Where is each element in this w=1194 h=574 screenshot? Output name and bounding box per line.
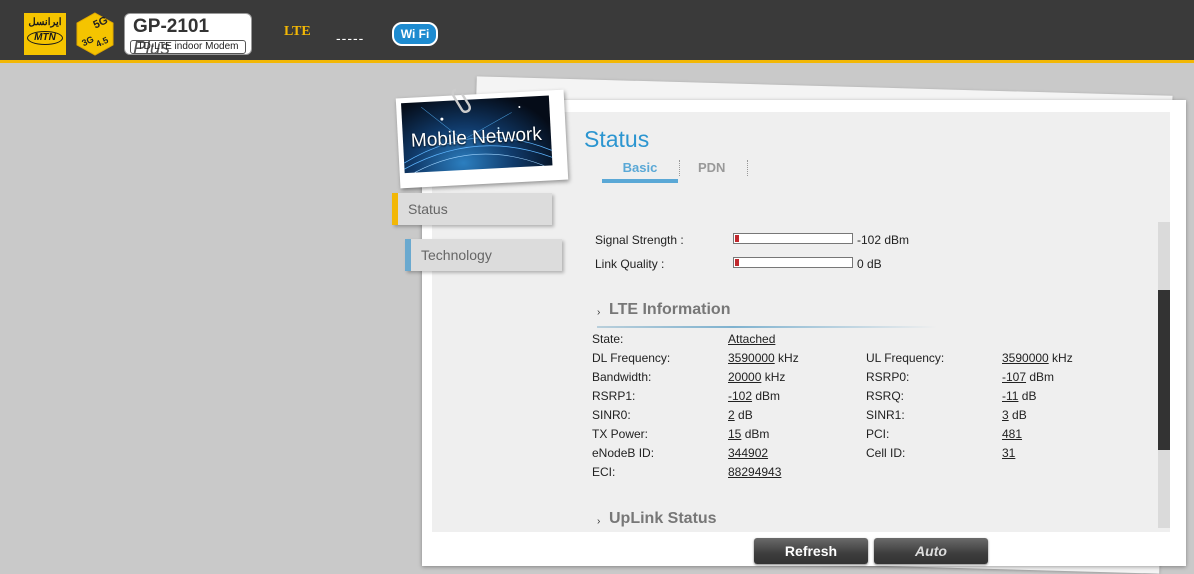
link-quality-meter <box>733 257 853 268</box>
state-value-text: Attached <box>728 332 776 346</box>
sinr1-unit: dB <box>1008 408 1027 422</box>
wifi-icon[interactable]: Wi Fi <box>392 22 438 46</box>
network-type-indicator: LTE <box>284 24 311 39</box>
sinr1-label: SINR1: <box>866 408 905 422</box>
rsrp1-label: RSRP1: <box>592 389 636 403</box>
state-label: State: <box>592 332 624 346</box>
bandwidth-number: 20000 <box>728 370 762 384</box>
eci-value: 88294943 <box>728 465 781 479</box>
dl-frequency-label: DL Frequency: <box>592 351 671 365</box>
rsrp0-value: -107 dBm <box>1002 370 1054 384</box>
eci-label: ECI: <box>592 465 616 479</box>
network-signal-indicator: ----- <box>336 30 365 46</box>
sinr0-label: SINR0: <box>592 408 631 422</box>
auto-button[interactable]: Auto <box>874 538 988 564</box>
sinr0-number: 2 <box>728 408 735 422</box>
tab-separator <box>679 160 680 176</box>
tab-pdn[interactable]: PDN <box>698 160 725 175</box>
state-value: Attached <box>728 332 775 346</box>
rsrp1-number: -102 <box>728 389 753 403</box>
rsrp0-label: RSRP0: <box>866 370 910 384</box>
dl-frequency-unit: kHz <box>774 351 799 365</box>
cell-id-number: 31 <box>1002 446 1016 460</box>
eci-number: 88294943 <box>728 465 782 479</box>
uplink-status-heading[interactable]: UpLink Status <box>609 510 717 528</box>
rsrq-unit: dB <box>1018 389 1037 403</box>
rsrp1-value: -102 dBm <box>728 389 780 403</box>
model-badge: GP-2101 Plus TD-LTE indoor Modem <box>124 13 252 59</box>
cell-id-value: 31 <box>1002 446 1015 460</box>
sinr1-value: 3 dB <box>1002 408 1027 422</box>
lte-information-heading[interactable]: LTE Information <box>609 301 730 319</box>
dl-frequency-number: 3590000 <box>728 351 775 365</box>
tab-separator <box>747 160 748 176</box>
rsrq-number: -11 <box>1002 389 1019 403</box>
top-header: ایرانسل MTN 5G 3G 4.5 GP-2101 Plus TD-LT… <box>0 0 1194 63</box>
sinr1-number: 3 <box>1002 408 1009 422</box>
brand-en-text: MTN <box>27 31 63 45</box>
rsrq-label: RSRQ: <box>866 389 905 403</box>
link-quality-label: Link Quality : <box>595 257 665 271</box>
ul-frequency-value: 3590000 kHz <box>1002 351 1073 365</box>
enodeb-id-number: 344902 <box>728 446 769 460</box>
bandwidth-value: 20000 kHz <box>728 370 785 384</box>
enodeb-id-label: eNodeB ID: <box>592 446 655 460</box>
cell-id-label: Cell ID: <box>866 446 906 460</box>
section-expand-arrow-icon[interactable]: › <box>597 516 600 527</box>
model-subtitle: TD-LTE indoor Modem <box>130 40 246 54</box>
signal-strength-value: -102 dBm <box>857 233 910 247</box>
ul-frequency-number: 3590000 <box>1002 351 1049 365</box>
ul-frequency-unit: kHz <box>1048 351 1073 365</box>
tab-basic-active-indicator <box>602 179 678 183</box>
sidebar-item-status[interactable]: Status <box>392 193 552 225</box>
rsrp0-number: -107 <box>1002 370 1027 384</box>
pci-label: PCI: <box>866 427 890 441</box>
signal-strength-meter-fill <box>735 235 739 242</box>
tx-power-value: 15 dBm <box>728 427 769 441</box>
section-divider <box>597 326 937 328</box>
enodeb-id-value: 344902 <box>728 446 768 460</box>
tab-basic[interactable]: Basic <box>602 160 678 175</box>
model-name-text: GP-2101 <box>133 16 210 37</box>
ul-frequency-label: UL Frequency: <box>866 351 945 365</box>
dl-frequency-value: 3590000 kHz <box>728 351 799 365</box>
mobile-network-card: Mobile Network <box>395 89 569 189</box>
tx-power-number: 15 <box>728 427 742 441</box>
brand-fa-text: ایرانسل <box>28 17 62 28</box>
refresh-button[interactable]: Refresh <box>754 538 868 564</box>
page-title: Status <box>584 126 650 152</box>
tx-power-label: TX Power: <box>592 427 649 441</box>
signal-strength-label: Signal Strength : <box>595 233 684 247</box>
pci-number: 481 <box>1002 427 1023 441</box>
rsrp1-unit: dBm <box>752 389 781 403</box>
link-quality-value: 0 dB <box>857 257 882 271</box>
network-generation-badge-icon: 5G 3G 4.5 <box>76 12 114 56</box>
link-quality-meter-fill <box>735 259 739 266</box>
pci-value: 481 <box>1002 427 1022 441</box>
bandwidth-label: Bandwidth: <box>592 370 652 384</box>
rsrq-value: -11 dB <box>1002 389 1036 403</box>
sidebar-item-technology[interactable]: Technology <box>405 239 562 271</box>
sinr0-value: 2 dB <box>728 408 753 422</box>
paper-clip-icon <box>451 88 471 113</box>
sinr0-unit: dB <box>734 408 753 422</box>
mtn-irancell-logo: ایرانسل MTN <box>24 13 66 55</box>
bandwidth-unit: kHz <box>761 370 786 384</box>
rsrp0-unit: dBm <box>1026 370 1055 384</box>
signal-strength-meter <box>733 233 853 244</box>
tx-power-unit: dBm <box>741 427 770 441</box>
section-expand-arrow-icon[interactable]: › <box>597 307 600 318</box>
scrollbar-thumb[interactable] <box>1158 290 1170 450</box>
